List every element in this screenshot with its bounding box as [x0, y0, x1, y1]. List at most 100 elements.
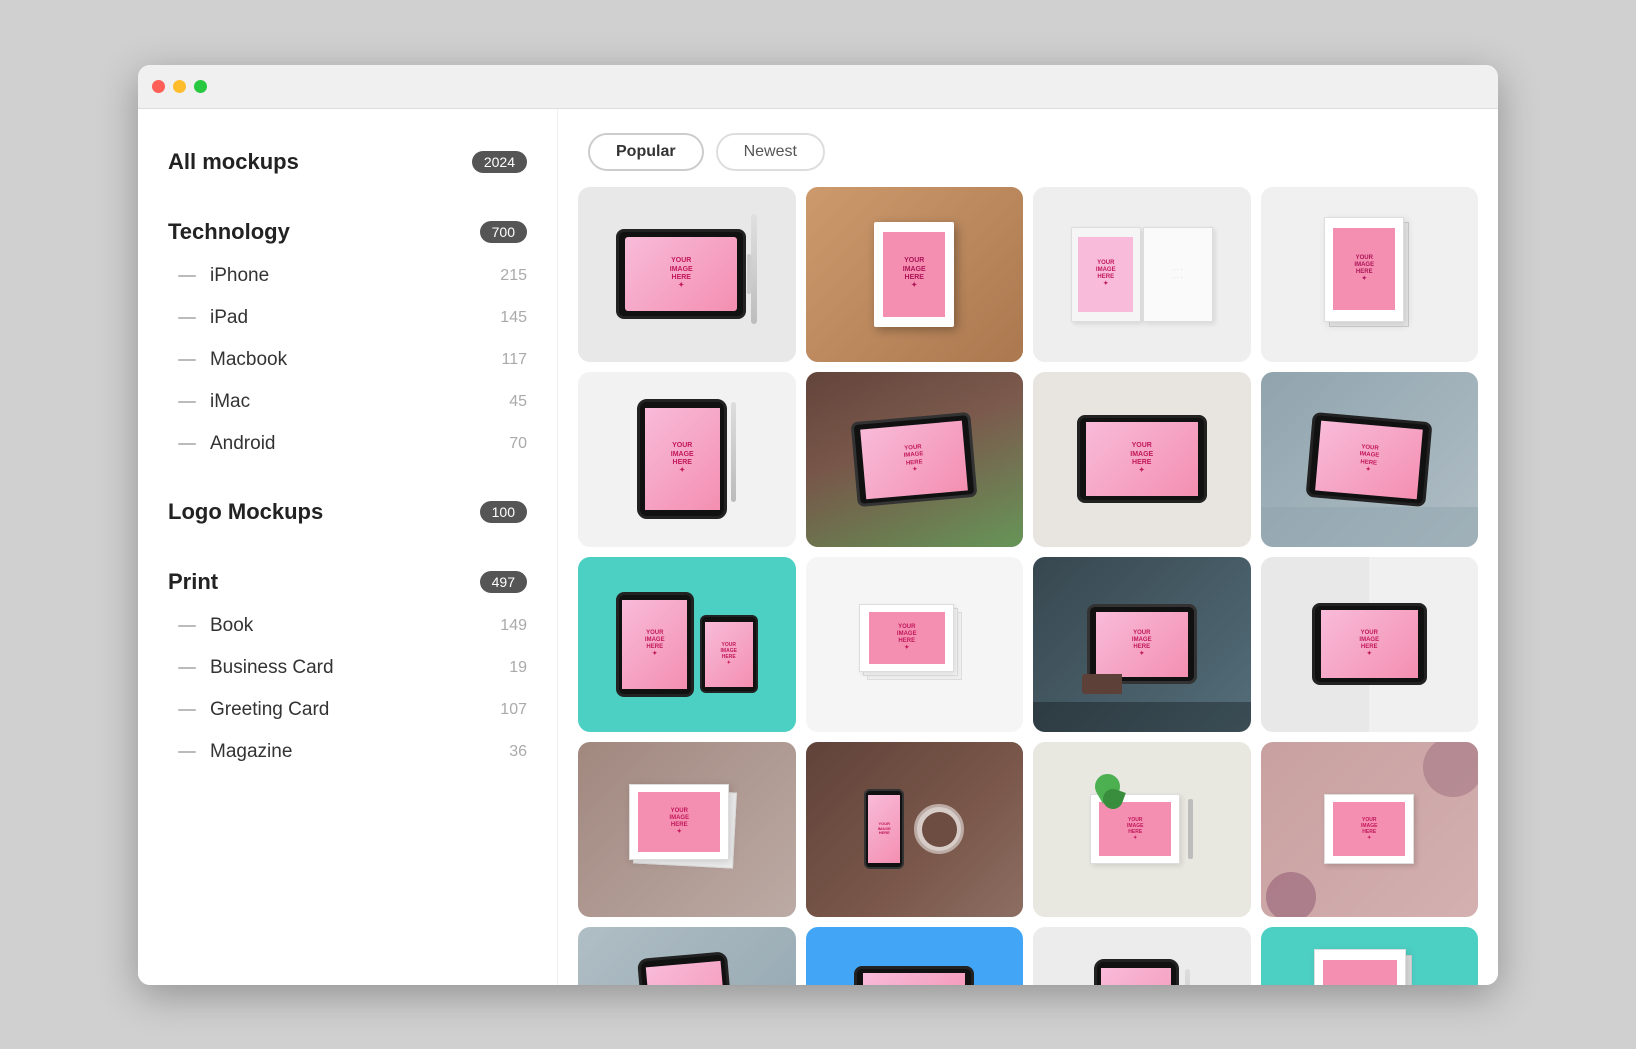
gallery-card-4[interactable]: YOURIMAGEHERE✦ — [1261, 187, 1479, 362]
sidebar-imac-count: 45 — [509, 393, 527, 411]
placeholder-text-2: YOURIMAGEHERE✦ — [903, 257, 926, 291]
sidebar-tech-badge: 700 — [480, 221, 527, 243]
sidebar-iphone-count: 215 — [500, 267, 527, 285]
sidebar-book-count: 149 — [500, 617, 527, 635]
placeholder-text-6: YOURIMAGEHERE✦ — [903, 444, 925, 474]
sidebar-magazine-left: Magazine — [178, 741, 292, 763]
gallery-card-7[interactable]: YOURIMAGEHERE✦ — [1033, 372, 1251, 547]
sidebar-all-badge: 2024 — [472, 151, 527, 173]
gallery-card-12[interactable]: YOURIMAGEHERE✦ — [1261, 557, 1479, 732]
sidebar-tech-label: Technology — [168, 219, 290, 245]
gallery-card-10[interactable]: YOURIMAGEHERE✦ — [806, 557, 1024, 732]
gallery-card-3[interactable]: YOURIMAGEHERE✦ · · ·· · · — [1033, 187, 1251, 362]
sidebar-item-ipad[interactable]: iPad 145 — [178, 297, 527, 339]
sidebar-greeting-left: Greeting Card — [178, 699, 329, 721]
filter-newest-button[interactable]: Newest — [716, 133, 825, 171]
sidebar-iphone-label: iPhone — [210, 265, 269, 287]
sidebar-macbook-count: 117 — [501, 351, 527, 369]
sidebar-print-header[interactable]: Print 497 — [168, 559, 527, 605]
sidebar-iphone-left: iPhone — [178, 265, 269, 287]
pencil-icon — [751, 214, 757, 324]
sidebar-item-iphone[interactable]: iPhone 215 — [178, 255, 527, 297]
sidebar-magazine-count: 36 — [509, 743, 527, 761]
sidebar-business-left: Business Card — [178, 657, 334, 679]
sidebar-macbook-left: Macbook — [178, 349, 287, 371]
titlebar — [138, 65, 1498, 109]
sidebar-item-book[interactable]: Book 149 — [178, 605, 527, 647]
placeholder-text-5: YOURIMAGEHERE✦ — [671, 442, 694, 476]
gallery-card-16[interactable]: YOURIMAGEHERE✦ — [1261, 742, 1479, 917]
maximize-button[interactable] — [194, 80, 207, 93]
gallery-card-18[interactable]: YOURIMAGEHERE✦ — [806, 927, 1024, 985]
placeholder-text-14: YOURIMAGEHERE — [878, 822, 891, 836]
sidebar-item-imac[interactable]: iMac 45 — [178, 381, 527, 423]
placeholder-text-13: YOURIMAGEHERE✦ — [669, 808, 689, 837]
sidebar-tech-subitems: iPhone 215 iPad 145 — [178, 255, 527, 465]
sidebar-business-label: Business Card — [210, 657, 334, 679]
sidebar-imac-left: iMac — [178, 391, 250, 413]
placeholder-text-10: YOURIMAGEHERE✦ — [897, 624, 917, 653]
sidebar-ipad-left: iPad — [178, 307, 248, 329]
sidebar-dash-icon — [178, 317, 196, 319]
placeholder-text-9b: YOURIMAGEHERE✦ — [721, 642, 737, 666]
sidebar-divider-1 — [168, 191, 527, 209]
sidebar-item-business-card[interactable]: Business Card 19 — [178, 647, 527, 689]
sidebar-category-print: Print 497 Book 149 — [168, 559, 527, 773]
sidebar-divider-2 — [168, 471, 527, 489]
main-content: Popular Newest YOURIMAGEHERE✦ — [558, 109, 1498, 985]
gallery-card-20[interactable]: YOURIMAGEHERE✦ — [1261, 927, 1479, 985]
placeholder-text-4: YOURIMAGEHERE✦ — [1354, 255, 1374, 284]
sidebar-category-technology: Technology 700 iPhone 215 — [168, 209, 527, 465]
sidebar-item-greeting-card[interactable]: Greeting Card 107 — [178, 689, 527, 731]
sidebar-dash-icon — [178, 275, 196, 277]
main-window: All mockups 2024 Technology 700 iPhone — [138, 65, 1498, 985]
placeholder-text-15: YOURIMAGEHERE✦ — [1127, 817, 1143, 841]
minimize-button[interactable] — [173, 80, 186, 93]
sidebar-dash-icon — [178, 625, 196, 627]
gallery-card-1[interactable]: YOURIMAGEHERE✦ — [578, 187, 796, 362]
tablet-screen: YOURIMAGEHERE✦ — [625, 237, 737, 311]
sidebar-android-left: Android — [178, 433, 276, 455]
sidebar-dash-icon — [178, 709, 196, 711]
gallery-card-15[interactable]: YOURIMAGEHERE✦ — [1033, 742, 1251, 917]
tablet-device: YOURIMAGEHERE✦ — [616, 229, 746, 319]
sidebar-business-count: 19 — [509, 659, 527, 677]
gallery-grid: YOURIMAGEHERE✦ YOURIMAGEHERE✦ — [558, 187, 1498, 985]
sidebar-dash-icon — [178, 401, 196, 403]
sidebar-dash-icon — [178, 443, 196, 445]
sidebar-logo-header[interactable]: Logo Mockups 100 — [168, 489, 527, 535]
placeholder-text-1: YOURIMAGEHERE✦ — [670, 257, 693, 291]
gallery-card-14[interactable]: YOURIMAGEHERE — [806, 742, 1024, 917]
content-area: All mockups 2024 Technology 700 iPhone — [138, 109, 1498, 985]
sidebar-dash-icon — [178, 751, 196, 753]
sidebar-android-label: Android — [210, 433, 276, 455]
gallery-card-11[interactable]: YOURIMAGEHERE✦ — [1033, 557, 1251, 732]
gallery-card-8[interactable]: YOURIMAGEHERE✦ — [1261, 372, 1479, 547]
sidebar-dash-icon — [178, 359, 196, 361]
sidebar-item-magazine[interactable]: Magazine 36 — [178, 731, 527, 773]
sidebar-print-badge: 497 — [480, 571, 527, 593]
sidebar-all-header[interactable]: All mockups 2024 — [168, 139, 527, 185]
gallery-card-9[interactable]: YOURIMAGEHERE✦ YOURIMAGEHERE✦ — [578, 557, 796, 732]
gallery-card-2[interactable]: YOURIMAGEHERE✦ — [806, 187, 1024, 362]
sidebar-print-label: Print — [168, 569, 218, 595]
sidebar: All mockups 2024 Technology 700 iPhone — [138, 109, 558, 985]
gallery-card-13[interactable]: YOURIMAGEHERE✦ — [578, 742, 796, 917]
gallery-card-5[interactable]: YOURIMAGEHERE✦ — [578, 372, 796, 547]
gallery-card-17[interactable]: YOURIMAGEHERE✦ — [578, 927, 796, 985]
sidebar-all-label: All mockups — [168, 149, 299, 175]
sidebar-category-all: All mockups 2024 — [168, 139, 527, 185]
placeholder-text-7: YOURIMAGEHERE✦ — [1130, 442, 1153, 476]
close-button[interactable] — [152, 80, 165, 93]
sidebar-item-android[interactable]: Android 70 — [178, 423, 527, 465]
sidebar-tech-header[interactable]: Technology 700 — [168, 209, 527, 255]
tablet-pencil-mockup: YOURIMAGEHERE✦ — [616, 224, 757, 324]
filter-bar: Popular Newest — [558, 109, 1498, 187]
sidebar-print-subitems: Book 149 Business Card 19 — [178, 605, 527, 773]
sidebar-item-macbook[interactable]: Macbook 117 — [178, 339, 527, 381]
sidebar-divider-3 — [168, 541, 527, 559]
gallery-card-6[interactable]: YOURIMAGEHERE✦ — [806, 372, 1024, 547]
gallery-card-19[interactable]: YOURIMAGEHERE✦ — [1033, 927, 1251, 985]
sidebar-logo-badge: 100 — [480, 501, 527, 523]
filter-popular-button[interactable]: Popular — [588, 133, 704, 171]
